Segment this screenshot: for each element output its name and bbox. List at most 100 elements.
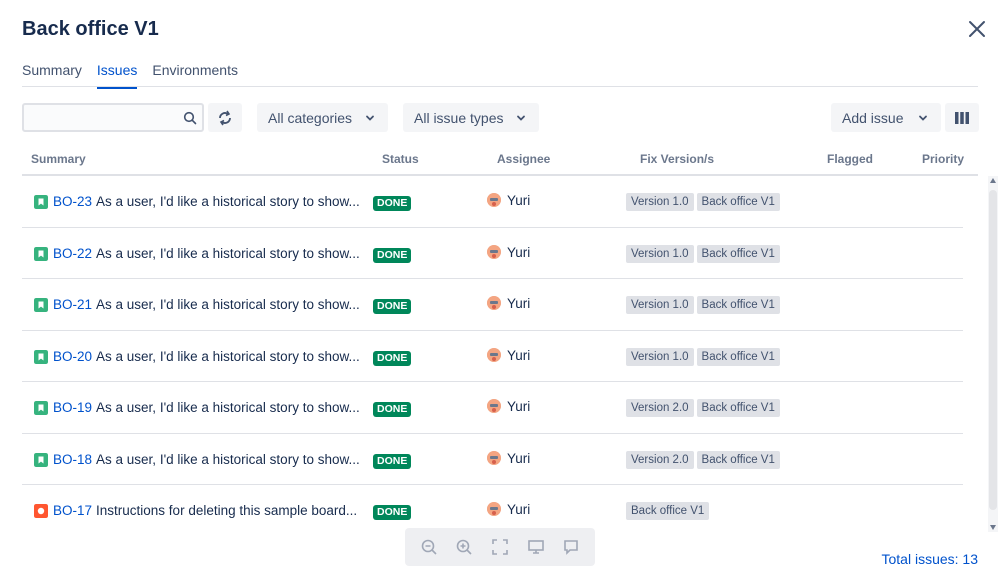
status-badge: DONE [373,505,412,520]
comment-icon[interactable] [562,538,580,556]
issue-key[interactable]: BO-19 [53,400,92,415]
story-icon [34,452,48,467]
tab-bar: Summary Issues Environments [22,62,238,89]
tab-environments[interactable]: Environments [152,62,238,89]
fix-versions: Version 1.0 Back office V1 [626,244,780,263]
fix-versions: Version 2.0 Back office V1 [626,450,780,469]
issue-key[interactable]: BO-23 [53,194,92,209]
version-tag: Version 1.0 [626,244,694,263]
close-button[interactable] [966,18,988,40]
issue-key[interactable]: BO-22 [53,246,92,261]
header-priority[interactable]: Priority [922,152,964,166]
story-icon [34,401,48,415]
assignee-name: Yuri [507,347,531,363]
table-row[interactable]: BO-21 As a user, I'd like a historical st… [22,279,963,331]
zoom-in-icon[interactable] [455,538,473,556]
add-issue-button[interactable]: Add issue [831,103,941,132]
issue-summary[interactable]: As a user, I'd like a historical story t… [96,246,360,261]
avatar [487,193,501,207]
issue-summary[interactable]: Instructions for deleting this sample bo… [96,503,357,518]
dialog-title: Back office V1 [22,18,159,40]
header-assignee[interactable]: Assignee [497,152,550,166]
avatar [487,244,501,259]
issue-summary[interactable]: As a user, I'd like a historical story t… [96,452,360,467]
chevron-down-icon [517,115,525,121]
version-tag: Version 2.0 [626,450,694,469]
status-badge: DONE [373,453,412,469]
assignee-name: Yuri [507,296,531,311]
scroll-down-arrow[interactable] [990,525,996,530]
table-row[interactable]: BO-22 As a user, I'd like a historical st… [22,228,963,279]
issue-key[interactable]: BO-21 [53,297,92,312]
version-tag: Back office V1 [696,296,780,314]
table-row[interactable]: BO-18 As a user, I'd like a historical st… [22,434,963,485]
header-summary[interactable]: Summary [31,152,86,166]
assignee-name: Yuri [507,399,531,414]
assignee-name: Yuri [507,244,531,260]
avatar [487,450,501,465]
header-flagged[interactable]: Flagged [827,152,873,166]
version-tag: Back office V1 [696,347,780,366]
table-row[interactable]: BO-20 As a user, I'd like a historical st… [22,331,963,382]
scroll-thumb[interactable] [989,190,997,510]
tab-issues[interactable]: Issues [96,62,138,89]
issue-summary[interactable]: As a user, I'd like a historical story t… [96,349,360,364]
issue-types-label: All issue types [414,109,504,126]
categories-dropdown[interactable]: All categories [257,103,388,132]
present-icon[interactable] [527,538,545,556]
scroll-up-arrow[interactable] [990,178,996,183]
version-tag: Back office V1 [696,193,780,211]
tabs-divider [22,86,978,87]
version-tag: Back office V1 [696,244,780,263]
close-icon [969,21,985,37]
total-issues: Total issues: 13 [881,551,979,567]
issue-table-body: BO-23 As a user, I'd like a historical st… [22,176,963,537]
table-row[interactable]: BO-23 As a user, I'd like a historical st… [22,176,963,228]
fix-versions: Back office V1 [626,502,710,520]
status-badge: DONE [373,247,412,263]
version-tag: Back office V1 [626,502,710,520]
refresh-icon [219,110,231,125]
search-icon [183,111,197,125]
search-box [22,103,204,132]
assignee-name: Yuri [507,502,531,517]
version-tag: Version 2.0 [626,399,694,417]
story-icon [34,195,48,209]
fix-versions: Version 1.0 Back office V1 [626,347,780,366]
refresh-button[interactable] [208,103,242,132]
version-tag: Back office V1 [696,450,780,469]
status-badge: DONE [373,402,412,417]
header-fix-versions[interactable]: Fix Version/s [640,152,714,166]
status-badge: DONE [373,350,412,366]
table-row[interactable]: BO-19 As a user, I'd like a historical st… [22,382,963,434]
story-icon [34,298,48,312]
columns-button[interactable] [945,103,979,132]
viewer-toolbar [405,528,595,566]
issue-summary[interactable]: As a user, I'd like a historical story t… [96,400,360,415]
zoom-out-icon[interactable] [420,538,438,556]
scrollbar[interactable] [988,176,998,532]
tab-summary[interactable]: Summary [22,62,82,89]
issue-key[interactable]: BO-17 [53,503,92,518]
categories-label: All categories [268,109,353,126]
issue-types-dropdown[interactable]: All issue types [403,103,539,132]
fix-versions: Version 1.0 Back office V1 [626,296,780,314]
issue-key[interactable]: BO-20 [53,349,92,364]
version-tag: Version 1.0 [626,347,694,366]
fullscreen-icon[interactable] [491,538,509,556]
columns-icon [955,111,969,124]
fix-versions: Version 1.0 Back office V1 [626,193,780,211]
assignee-name: Yuri [507,450,531,466]
assignee-name: Yuri [507,193,531,208]
header-status[interactable]: Status [382,152,419,166]
issue-summary[interactable]: As a user, I'd like a historical story t… [96,194,360,209]
bug-icon [34,504,48,518]
issue-key[interactable]: BO-18 [53,452,92,467]
issue-summary[interactable]: As a user, I'd like a historical story t… [96,297,360,312]
avatar [487,399,501,413]
avatar [487,296,501,310]
status-badge: DONE [373,299,412,314]
chevron-down-icon [366,115,374,121]
search-input[interactable] [24,105,174,130]
fix-versions: Version 2.0 Back office V1 [626,399,780,417]
